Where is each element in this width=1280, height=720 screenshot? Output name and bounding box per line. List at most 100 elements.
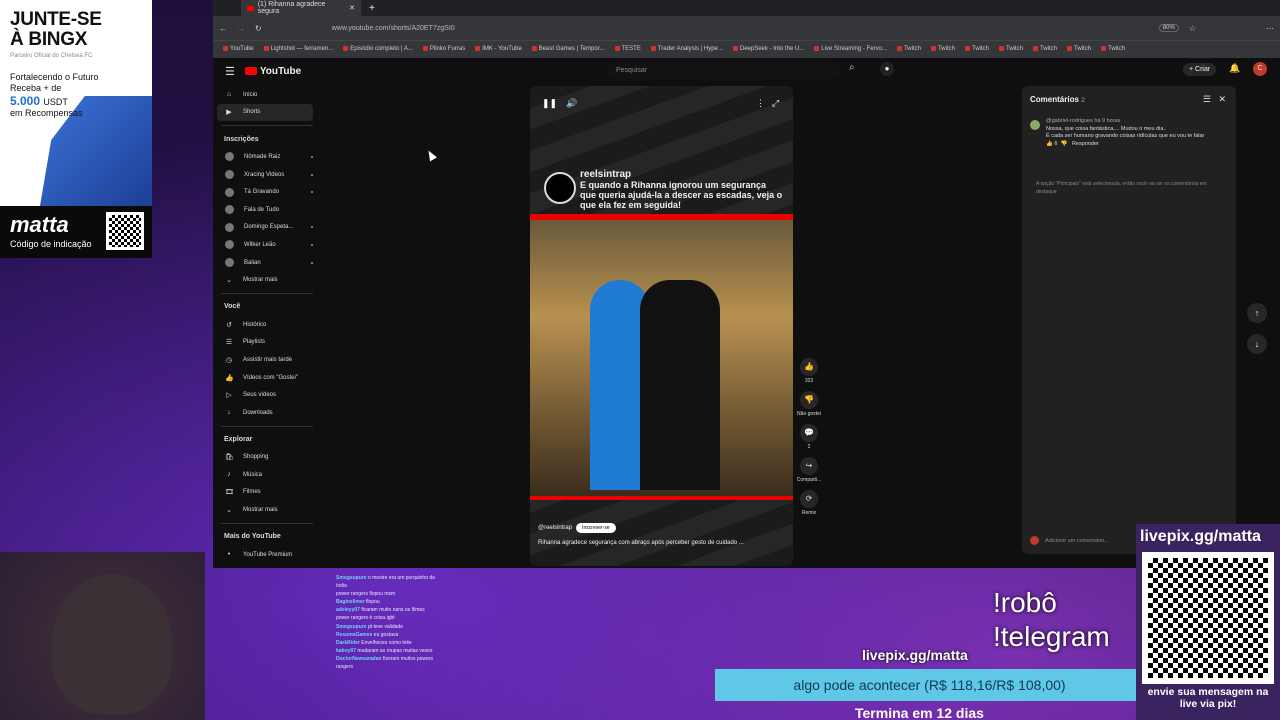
sidebar-item[interactable]: ↓ Downloads (213, 404, 321, 422)
sidebar-icon: ↓ (227, 409, 231, 417)
remix-icon[interactable]: ⟳ (800, 490, 818, 508)
sidebar-section-header[interactable]: Explorar (213, 431, 321, 449)
sidebar-item[interactable]: ◷ Assistir mais tarde (213, 351, 321, 369)
short-video-player[interactable]: ❚❚ 🔊 ⋮ ⤢ reelsintrap E quando a Rihanna … (530, 86, 793, 566)
comment-dislike-icon[interactable]: 👎 (1061, 141, 1068, 147)
sidebar-section-header[interactable]: Mais do YouTube (213, 528, 321, 546)
more-icon[interactable]: ⋮ (756, 98, 765, 109)
sidebar-item[interactable]: 👍 Vídeos com "Gostei" (213, 369, 321, 387)
close-comments-icon[interactable]: ✕ (1218, 94, 1226, 104)
bell-icon[interactable]: 🔔 (1229, 63, 1240, 74)
sidebar-item[interactable]: Xracing Videos (213, 166, 321, 184)
bookmark-item[interactable]: YouTube (223, 46, 254, 53)
bingx-ad: JUNTE-SE À BINGX Parceiro Oficial do Che… (0, 0, 152, 258)
sidebar-item[interactable]: ⌂ Início (213, 86, 321, 104)
sidebar-item[interactable]: Tá Gravando (213, 183, 321, 201)
sidebar-item[interactable]: Fala de Tudo (213, 201, 321, 219)
comment-icon[interactable]: 💬 (800, 424, 818, 442)
bookmark-item[interactable]: Trader Analysis | Hype... (651, 46, 723, 53)
close-tab-icon[interactable]: ✕ (349, 4, 355, 12)
pause-icon[interactable]: ❚❚ (542, 98, 557, 109)
menu-icon[interactable]: ☰ (225, 65, 235, 78)
bookmark-item[interactable]: Twitch (965, 46, 989, 53)
volume-icon[interactable]: 🔊 (566, 98, 577, 109)
bookmark-item[interactable]: Twitch (897, 46, 921, 53)
search-input[interactable]: Pesquisar (608, 63, 840, 79)
sidebar-item-label: Balian (244, 259, 261, 266)
mic-icon[interactable]: ● (880, 62, 894, 76)
bookmark-item[interactable]: Plinko Furras (423, 46, 465, 53)
comment-user[interactable]: @gabriel-rodrigues (1046, 118, 1093, 124)
sidebar-item-label: Filmes (243, 489, 261, 496)
share-icon[interactable]: ↪ (800, 457, 818, 475)
sidebar-item[interactable]: 🎞 Filmes (213, 484, 321, 502)
sidebar-item[interactable]: ▶ Shorts (217, 103, 313, 122)
avatar[interactable]: C (1253, 62, 1267, 76)
reload-icon[interactable]: ↻ (255, 24, 262, 33)
tab-youtube[interactable]: (1) Rihanna agradece segura ✕ (241, 0, 361, 16)
sidebar-item[interactable]: ↺ Histórico (213, 316, 321, 334)
sidebar-item[interactable]: ▷ Seus vídeos (213, 386, 321, 404)
bookmark-item[interactable]: Twitch (931, 46, 955, 53)
comment-like-icon[interactable]: 👍 (1046, 141, 1053, 147)
search-icon[interactable]: ⌕ (849, 62, 855, 73)
create-button[interactable]: + Criar (1183, 63, 1217, 76)
comment-likes: 6 (1054, 140, 1058, 147)
new-content-dot (311, 155, 313, 158)
sidebar-icon: ⌄ (226, 277, 232, 285)
livepix-qr-code (1142, 552, 1274, 684)
zoom-badge[interactable]: 80% (1158, 24, 1179, 32)
sidebar-item[interactable]: Balian (213, 254, 321, 272)
channel-avatar (225, 152, 234, 162)
sidebar-item[interactable]: Nômade Raiz (213, 148, 321, 166)
youtube-play-icon (244, 67, 257, 75)
reply-button[interactable]: Responder (1072, 141, 1099, 147)
sidebar-item[interactable]: ⌄ Mostrar mais (213, 501, 321, 519)
comment-time: há 9 horas (1094, 118, 1121, 124)
bookmark-item[interactable]: DeepSeek - Into the U... (733, 46, 804, 53)
previous-short-icon[interactable]: ↑ (1247, 303, 1267, 323)
sidebar-item[interactable]: ☰ Playlists (213, 334, 321, 352)
subscribe-button[interactable]: Inscrever-se (576, 523, 616, 533)
chat-message: Baginslimer flopou (336, 598, 436, 606)
sidebar-item[interactable]: ♪ Música (213, 466, 321, 484)
sidebar-section-header[interactable]: Inscrições (213, 130, 321, 148)
sidebar-item-label: Histórico (243, 321, 267, 328)
bookmark-item[interactable]: Twitch (1067, 46, 1091, 53)
bookmark-item[interactable]: Live Streaming - Fervo... (814, 46, 887, 53)
video-description[interactable]: Rihanna agradece segurança com abraço ap… (538, 540, 744, 546)
channel-name[interactable]: @reelsintrap (538, 525, 572, 531)
youtube-logo[interactable]: YouTube (244, 66, 301, 77)
bookmark-item[interactable]: Twitch (1101, 46, 1125, 53)
bookmark-item[interactable]: Twitch (999, 46, 1023, 53)
bookmark-item[interactable]: TESTE (615, 46, 641, 53)
bookmark-item[interactable]: Beast Games | Tempor... (532, 46, 605, 53)
channel-avatar (225, 187, 234, 197)
bookmark-item[interactable]: Lightshot — ferramen... (264, 46, 334, 53)
bookmark-item[interactable]: Twitch (1033, 46, 1057, 53)
sidebar-item[interactable]: • YouTube Premium (213, 546, 321, 564)
back-icon[interactable]: ← (219, 24, 227, 33)
sidebar-item-label: Nômade Raiz (244, 153, 281, 160)
sidebar-item[interactable]: ⌄ Mostrar mais (213, 271, 321, 289)
like-icon[interactable]: 👍 (800, 358, 818, 376)
sidebar-item[interactable]: 🛍 Shopping (213, 449, 321, 467)
add-comment-field[interactable]: Adicione um comentário... (1030, 536, 1109, 545)
sidebar-item-label: Música (243, 471, 263, 478)
sidebar-section-header[interactable]: Você (213, 298, 321, 316)
extensions-icon[interactable]: ⋯ (1266, 24, 1274, 33)
bookmark-item[interactable]: Episódio completo | A... (343, 46, 413, 53)
sort-icon[interactable]: ☰ (1203, 94, 1211, 104)
sidebar-item[interactable]: Domingo Espeta... (213, 219, 321, 237)
sidebar-item[interactable]: Wilker Leão (213, 236, 321, 254)
bookmark-item[interactable]: IMK - YouTube (475, 46, 521, 53)
url-input[interactable]: www.youtube.com/shorts/A20ET7zgSI0 (332, 25, 455, 32)
livepix-link: livepix.gg/matta (862, 647, 968, 663)
fullscreen-icon[interactable]: ⤢ (772, 98, 779, 109)
forward-icon[interactable]: → (237, 24, 245, 33)
dislike-icon[interactable]: 👎 (800, 391, 818, 409)
star-icon[interactable]: ☆ (1189, 24, 1196, 33)
new-tab-icon[interactable]: + (369, 3, 375, 14)
next-short-icon[interactable]: ↓ (1247, 334, 1267, 354)
share-label: Comparti... (796, 477, 822, 483)
